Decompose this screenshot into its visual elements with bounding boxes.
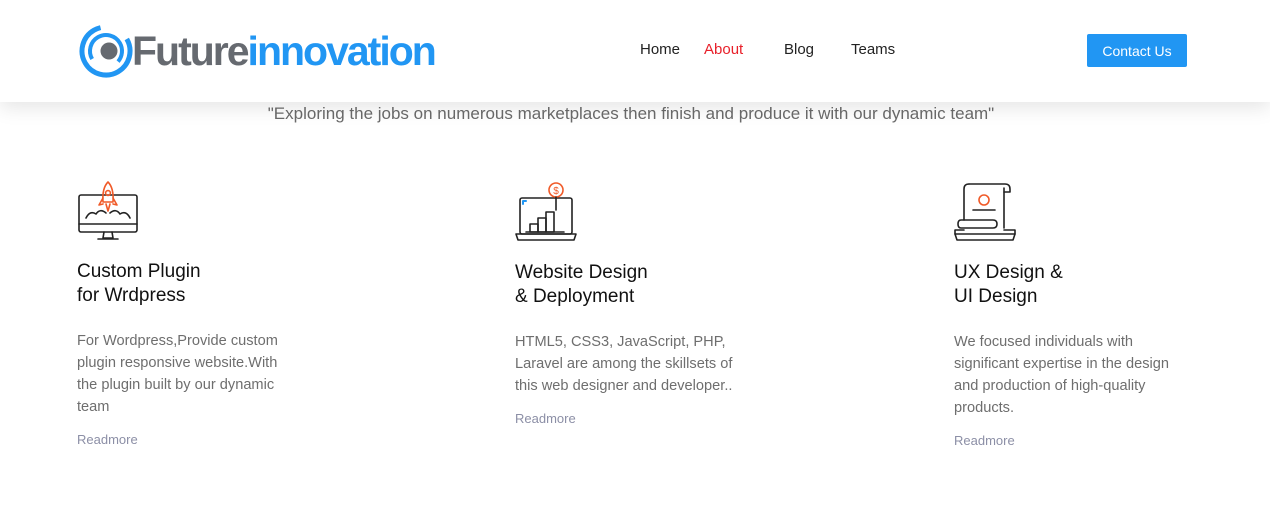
readmore-link[interactable]: Readmore (77, 432, 138, 447)
nav-about-link[interactable]: About (704, 41, 743, 58)
nav-teams-link[interactable]: Teams (851, 41, 895, 58)
swirl-logo-icon (79, 24, 133, 78)
logo[interactable]: Futureinnovation (78, 24, 437, 78)
service-description: For Wordpress,Provide custom plugin resp… (77, 333, 278, 415)
design-scroll-laptop-icon (954, 183, 1016, 241)
nav-home-link[interactable]: Home (640, 41, 680, 58)
readmore-link[interactable]: Readmore (515, 411, 576, 426)
readmore-link[interactable]: Readmore (954, 433, 1015, 448)
logo-wordmark: Futureinnovation (132, 27, 437, 74)
service-title: UX Design & UI Design (954, 262, 1063, 307)
site-header: Futureinnovation Home About Blog Teams C… (0, 0, 1270, 102)
service-title: Custom Plugin for Wrdpress (77, 261, 201, 306)
growth-chart-laptop-icon: $ (515, 182, 577, 241)
logo-text-innovation: innovation (247, 27, 437, 74)
rocket-monitor-icon (78, 181, 138, 240)
contact-us-button[interactable]: Contact Us (1087, 34, 1187, 67)
nav-blog-link[interactable]: Blog (784, 41, 814, 58)
logo-text-future: Future (132, 27, 250, 74)
service-card-plugin: Custom Plugin for Wrdpress For Wordpress… (77, 180, 337, 449)
svg-text:$: $ (553, 186, 559, 197)
service-description: HTML5, CSS3, JavaScript, PHP, Laravel ar… (515, 334, 733, 394)
service-description: We focused individuals with significant … (954, 334, 1169, 416)
tagline: "Exploring the jobs on numerous marketpl… (267, 104, 995, 123)
service-card-ux-design: UX Design & UI Design We focused individ… (954, 180, 1214, 450)
service-title: Website Design & Deployment (515, 262, 648, 307)
service-card-web-design: $ Website Design & Deployment HTML5, CSS… (515, 180, 775, 428)
